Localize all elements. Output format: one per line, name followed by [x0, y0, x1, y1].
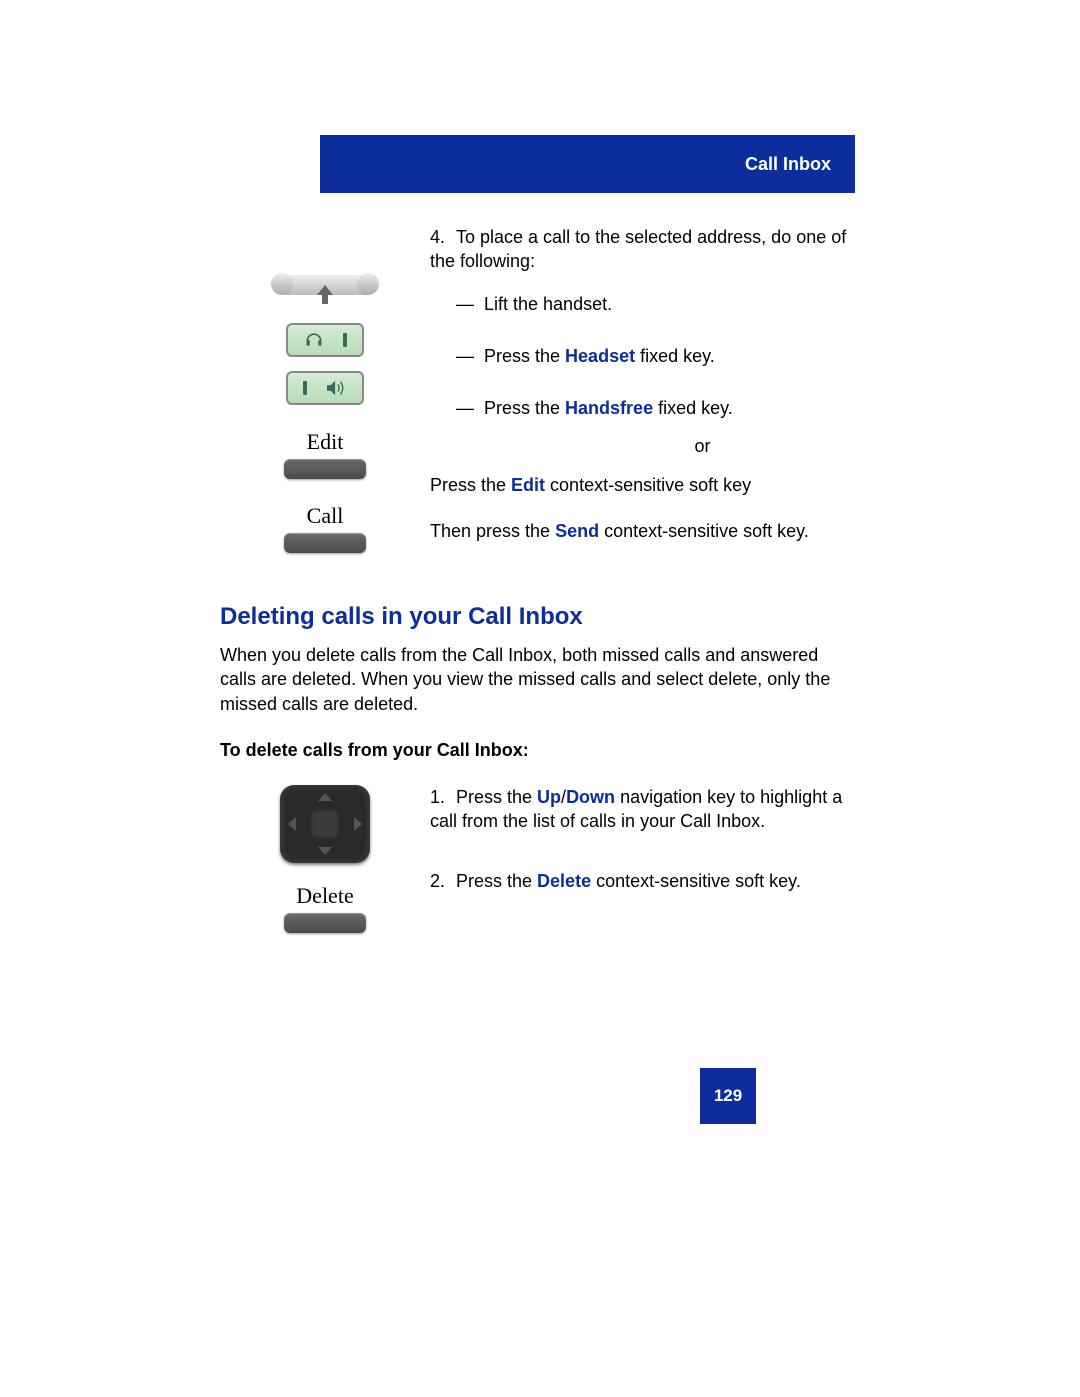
edit-keyword: Edit [511, 475, 545, 495]
step-4-row: Edit Call 4.To place a call to the selec… [220, 225, 855, 563]
headset-keyword: Headset [565, 346, 635, 366]
header-bar: Call Inbox [320, 135, 855, 193]
header-title: Call Inbox [745, 154, 831, 175]
nav-key-icon [280, 785, 370, 863]
s2-post: context-sensitive soft key. [591, 871, 801, 891]
handset-lift-icon [275, 275, 375, 309]
dash: — [456, 344, 484, 368]
delete-steps-text: 1.Press the Up/Down navigation key to hi… [430, 785, 855, 894]
delete-softkey-label: Delete [284, 883, 366, 909]
dash: — [456, 292, 484, 316]
send-keyword: Send [555, 521, 599, 541]
headset-icon [304, 330, 324, 350]
handsfree-pre: Press the [484, 398, 565, 418]
edit-pre: Press the [430, 475, 511, 495]
page-number-box: 129 [700, 1068, 756, 1124]
call-softkey: Call [284, 503, 366, 563]
edit-softkey-label: Edit [284, 429, 366, 455]
softkey-button-icon [284, 459, 366, 479]
send-post: context-sensitive soft key. [599, 521, 809, 541]
step-number: 4. [430, 225, 456, 249]
or-separator: or [550, 434, 855, 458]
section-heading: Deleting calls in your Call Inbox [220, 603, 855, 631]
step-4-text: 4.To place a call to the selected addres… [430, 225, 855, 543]
headset-key-icon [286, 323, 364, 357]
speaker-icon [325, 379, 347, 397]
handsfree-post: fixed key. [653, 398, 733, 418]
handsfree-key-icon [286, 371, 364, 405]
headset-pre: Press the [484, 346, 565, 366]
page-content: Edit Call 4.To place a call to the selec… [220, 225, 855, 949]
s1-pre: Press the [456, 787, 537, 807]
delete-keyword: Delete [537, 871, 591, 891]
softkey-button-icon [284, 533, 366, 553]
dash: — [456, 396, 484, 420]
page-number: 129 [714, 1086, 742, 1106]
edit-softkey: Edit [284, 429, 366, 489]
delete-softkey: Delete [284, 883, 366, 943]
delete-steps-row: Delete 1.Press the Up/Down navigation ke… [220, 785, 855, 943]
s2-pre: Press the [456, 871, 537, 891]
step-intro: To place a call to the selected address,… [430, 227, 846, 271]
step-number: 1. [430, 785, 456, 809]
manual-page: Call Inbox [0, 0, 1080, 1397]
up-keyword: Up [537, 787, 561, 807]
step-4-icons: Edit Call [220, 225, 430, 563]
procedure-heading: To delete calls from your Call Inbox: [220, 740, 855, 761]
edit-post: context-sensitive soft key [545, 475, 751, 495]
down-keyword: Down [566, 787, 615, 807]
section-paragraph: When you delete calls from the Call Inbo… [220, 643, 855, 716]
lift-handset-text: Lift the handset. [484, 294, 612, 314]
call-softkey-label: Call [284, 503, 366, 529]
send-pre: Then press the [430, 521, 555, 541]
delete-icons: Delete [220, 785, 430, 943]
handsfree-keyword: Handsfree [565, 398, 653, 418]
headset-post: fixed key. [635, 346, 715, 366]
softkey-button-icon [284, 913, 366, 933]
step-number: 2. [430, 869, 456, 893]
